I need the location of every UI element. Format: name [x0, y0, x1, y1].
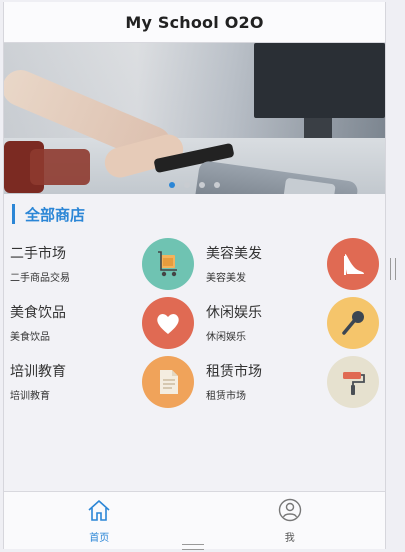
category-name: 美食饮品: [10, 305, 66, 321]
section-accent-bar: [12, 204, 15, 224]
category-leisure-entertainment[interactable]: 休闲娱乐 休闲娱乐: [200, 293, 385, 352]
category-name: 培训教育: [10, 364, 66, 380]
banner-carousel[interactable]: [4, 43, 385, 194]
category-subtitle: 美食饮品: [10, 332, 50, 343]
carousel-dot[interactable]: [169, 182, 175, 188]
category-beauty-salon[interactable]: 美容美发 美容美发: [200, 234, 385, 293]
banner-image-monitor: [254, 43, 385, 118]
cart-icon: [142, 237, 194, 290]
banner-image-object: [30, 149, 90, 185]
tab-home[interactable]: 首页: [4, 492, 195, 549]
category-subtitle: 二手商品交易: [10, 273, 70, 284]
category-name: 美容美发: [206, 246, 262, 262]
carousel-page-indicator[interactable]: [4, 182, 385, 188]
resize-handle-horizontal[interactable]: [182, 544, 204, 550]
category-food-drinks[interactable]: 美食饮品 美食饮品: [4, 293, 200, 352]
user-icon: [277, 498, 303, 526]
category-subtitle: 培训教育: [10, 391, 50, 402]
category-subtitle: 休闲娱乐: [206, 332, 246, 343]
category-training-education[interactable]: 培训教育 培训教育: [4, 352, 200, 411]
high-heel-icon: [327, 237, 379, 290]
home-icon: [86, 498, 112, 526]
carousel-dot[interactable]: [199, 182, 205, 188]
section-title: 全部商店: [25, 205, 86, 224]
navigation-bar: My School O2O: [4, 2, 385, 43]
document-icon: [142, 355, 194, 408]
heart-icon: [142, 296, 194, 349]
category-name: 二手市场: [10, 246, 66, 262]
tab-me[interactable]: 我: [195, 492, 386, 549]
microphone-icon: [327, 296, 379, 349]
category-name: 休闲娱乐: [206, 305, 262, 321]
category-rental-market[interactable]: 租赁市场 租赁市场: [200, 352, 385, 411]
category-name: 租赁市场: [206, 364, 262, 380]
category-subtitle: 租赁市场: [206, 391, 246, 402]
app-frame: My School O2O 全部商店 二手市场 二手商品交易 美容美发 美容美发…: [3, 2, 386, 549]
category-secondhand-market[interactable]: 二手市场 二手商品交易: [4, 234, 200, 293]
carousel-dot[interactable]: [214, 182, 220, 188]
category-grid: 二手市场 二手商品交易 美容美发 美容美发 美食饮品 美食饮品 休闲娱乐 休闲娱…: [4, 234, 385, 411]
resize-handle-vertical[interactable]: [390, 258, 396, 280]
section-header: 全部商店: [4, 194, 385, 234]
tab-me-label: 我: [284, 532, 295, 544]
tab-home-label: 首页: [89, 532, 110, 544]
tab-bar: 首页 我: [4, 491, 385, 549]
paint-roller-icon: [327, 355, 379, 408]
carousel-dot[interactable]: [184, 182, 190, 188]
app-title: My School O2O: [125, 12, 264, 32]
category-subtitle: 美容美发: [206, 273, 246, 284]
